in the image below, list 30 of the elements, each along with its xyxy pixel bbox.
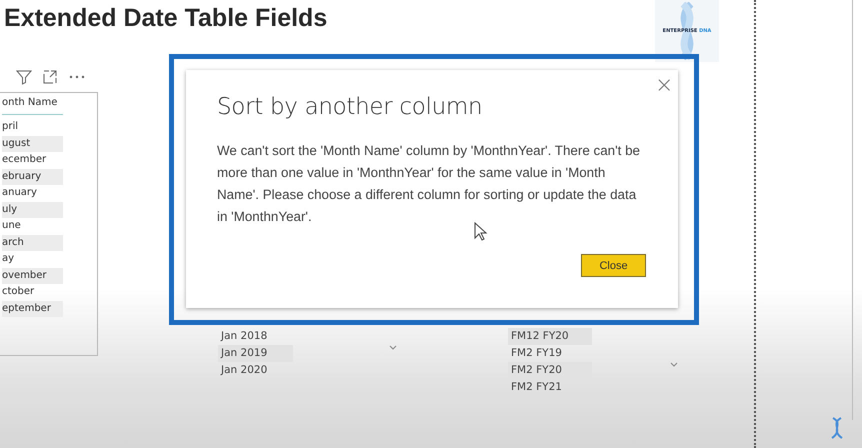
chevron-down-icon[interactable] [389, 345, 397, 351]
table-cell-text: ay [2, 252, 16, 266]
table-cell-text: pril [2, 120, 20, 134]
list-item[interactable]: FM2 FY21 [508, 379, 592, 396]
table-cell: uly [2, 202, 63, 218]
table-cell-text: une [2, 219, 22, 233]
dialog-message: We can't sort the 'Month Name' column by 'MonthnYear'. There can't be more than one value in 'MonthnYear' for the same value in 'Month Name'. Please choose a different column for sorting or update the data in 'MonthnYear'. [217, 142, 641, 226]
list-item[interactable]: Jan 2019 [218, 345, 293, 362]
list-item[interactable]: FM2 FY19 [508, 345, 592, 362]
table-cell-text: ecember [2, 153, 48, 167]
close-button[interactable]: × [652, 76, 676, 96]
column-header: onth Name [2, 93, 63, 115]
more-options-icon[interactable] [68, 74, 86, 80]
focus-mode-icon[interactable] [42, 69, 58, 85]
table-cell-text: ctober [2, 285, 36, 299]
close-dialog-button[interactable]: Close [581, 254, 646, 277]
mouse-pointer-icon [474, 222, 488, 242]
list-item[interactable]: Jan 2018 [218, 328, 293, 345]
chevron-down-icon[interactable] [670, 362, 678, 368]
table-cell: eptember [2, 300, 63, 317]
table-cell: arch [2, 234, 63, 251]
page-title: Extended Date Table Fields [4, 4, 328, 33]
table-cell: ovember [2, 268, 63, 284]
table-cell-text: anuary [2, 186, 38, 200]
list-item[interactable]: Jan 2020 [218, 362, 293, 379]
table-cell: ebruary [2, 168, 63, 185]
dialog-title: Sort by another column [217, 94, 482, 120]
table-cell: ugust [2, 136, 63, 152]
filter-icon[interactable] [16, 69, 32, 85]
list-item[interactable]: FM12 FY20 [508, 328, 592, 345]
